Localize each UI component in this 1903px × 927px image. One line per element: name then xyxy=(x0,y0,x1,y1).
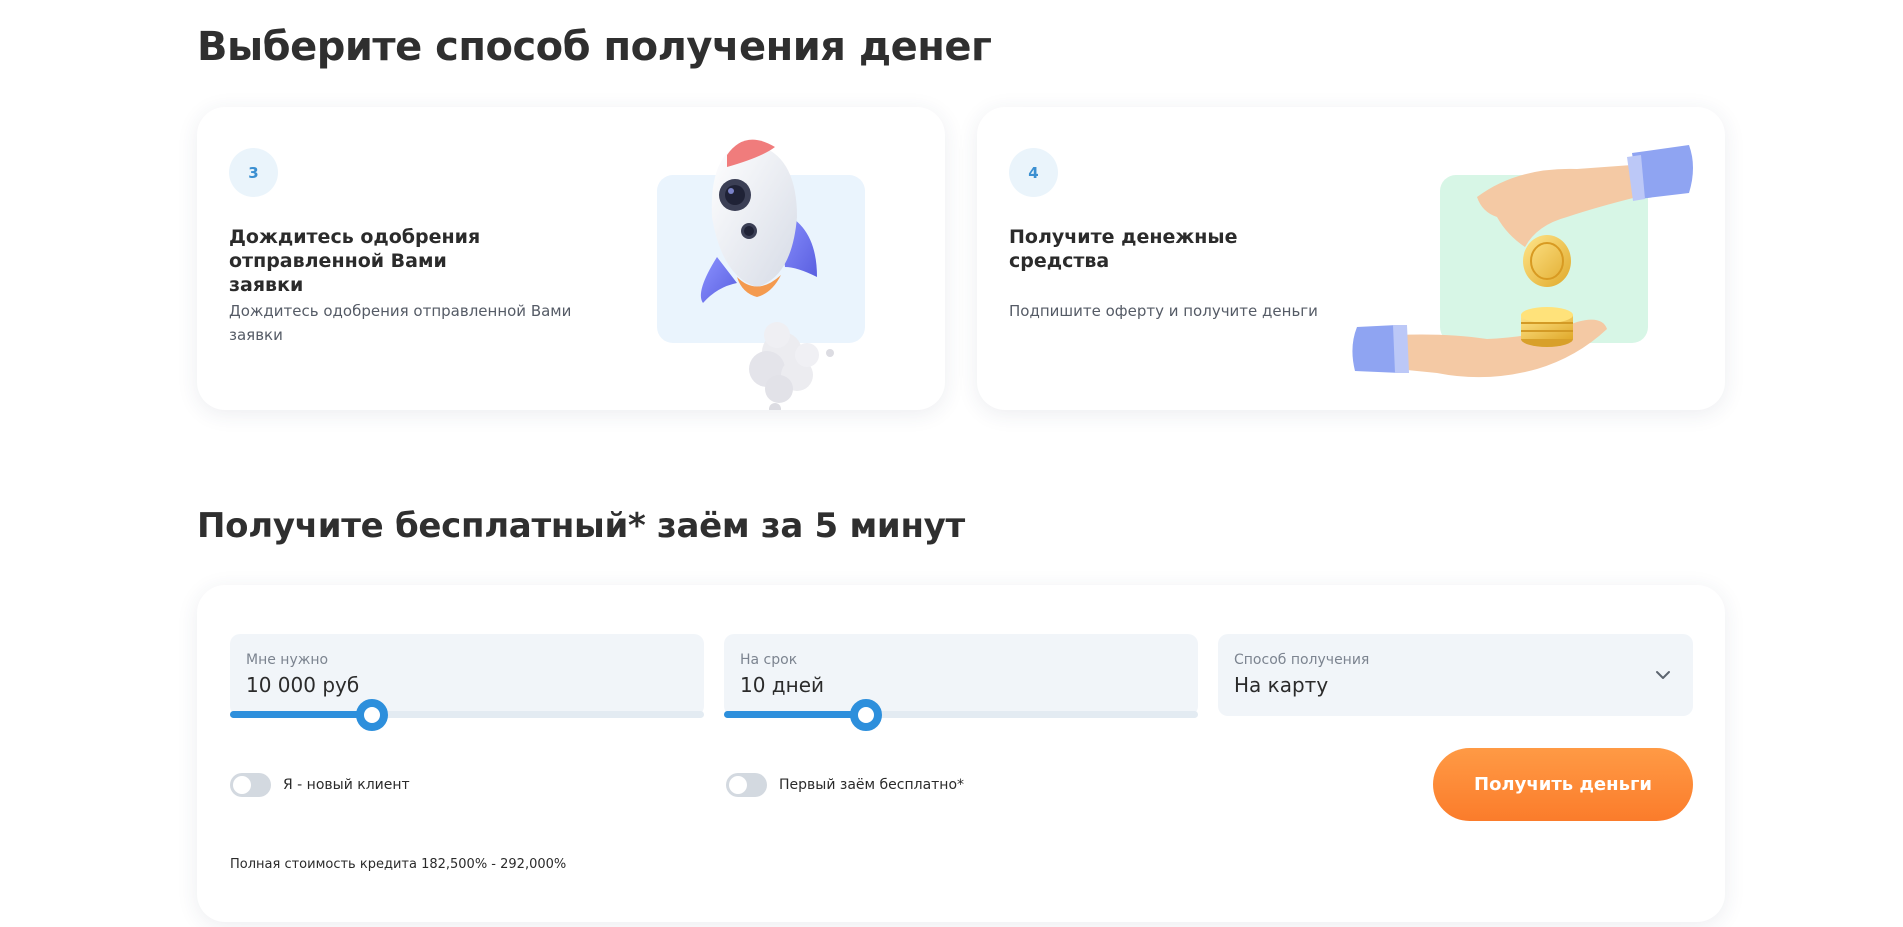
amount-slider-field[interactable]: Мне нужно 10 000 руб xyxy=(230,634,704,731)
amount-slider-track[interactable] xyxy=(230,699,704,731)
term-slider-fill xyxy=(724,711,867,718)
new-client-toggle[interactable] xyxy=(230,773,271,797)
step-number-badge: 4 xyxy=(1009,148,1058,197)
first-free-label: Первый заём бесплатно* xyxy=(779,777,965,793)
new-client-toggle-row: Я - новый клиент xyxy=(230,773,410,797)
step-number-badge: 3 xyxy=(229,148,278,197)
method-select[interactable]: Способ получения На карту xyxy=(1218,634,1693,716)
section-title-calculator: Получите бесплатный* заём за 5 минут xyxy=(197,506,965,546)
step-card-heading: Дождитесь одобрения отправленной Вами за… xyxy=(229,226,481,296)
new-client-label: Я - новый клиент xyxy=(283,777,410,793)
section-title-steps: Выберите способ получения денег xyxy=(197,24,992,70)
step-card-approval: 3 Дождитесь одобрения отправленной Вами … xyxy=(197,107,945,410)
term-label: На срок xyxy=(740,652,798,668)
amount-value: 10 000 руб xyxy=(246,673,360,697)
term-value: 10 дней xyxy=(740,673,825,697)
step-card-text: Подпишите оферту и получите деньги xyxy=(1009,302,1318,320)
term-slider-track[interactable] xyxy=(724,699,1198,731)
method-value: На карту xyxy=(1234,673,1329,697)
term-slider-field[interactable]: На срок 10 дней xyxy=(724,634,1198,731)
loan-calculator: Мне нужно 10 000 руб На срок 10 дней Спо… xyxy=(197,585,1725,922)
amount-slider-fill xyxy=(230,711,373,718)
step-card-heading: Получите денежные средства xyxy=(1009,226,1238,272)
method-label: Способ получения xyxy=(1234,652,1370,668)
get-money-button[interactable]: Получить деньги xyxy=(1433,748,1693,821)
amount-label: Мне нужно xyxy=(246,652,329,668)
first-free-toggle-row: Первый заём бесплатно* xyxy=(726,773,964,797)
step-card-receive-money: 4 Получите денежные средства Подпишите о… xyxy=(977,107,1725,410)
step-card-text: Дождитесь одобрения отправленной Вами за… xyxy=(229,302,572,344)
amount-slider-thumb[interactable] xyxy=(356,699,389,731)
credit-cost-note: Полная стоимость кредита 182,500% - 292,… xyxy=(230,857,567,872)
term-slider-thumb[interactable] xyxy=(850,699,883,731)
first-free-toggle[interactable] xyxy=(726,773,767,797)
chevron-down-icon[interactable] xyxy=(1655,667,1671,683)
